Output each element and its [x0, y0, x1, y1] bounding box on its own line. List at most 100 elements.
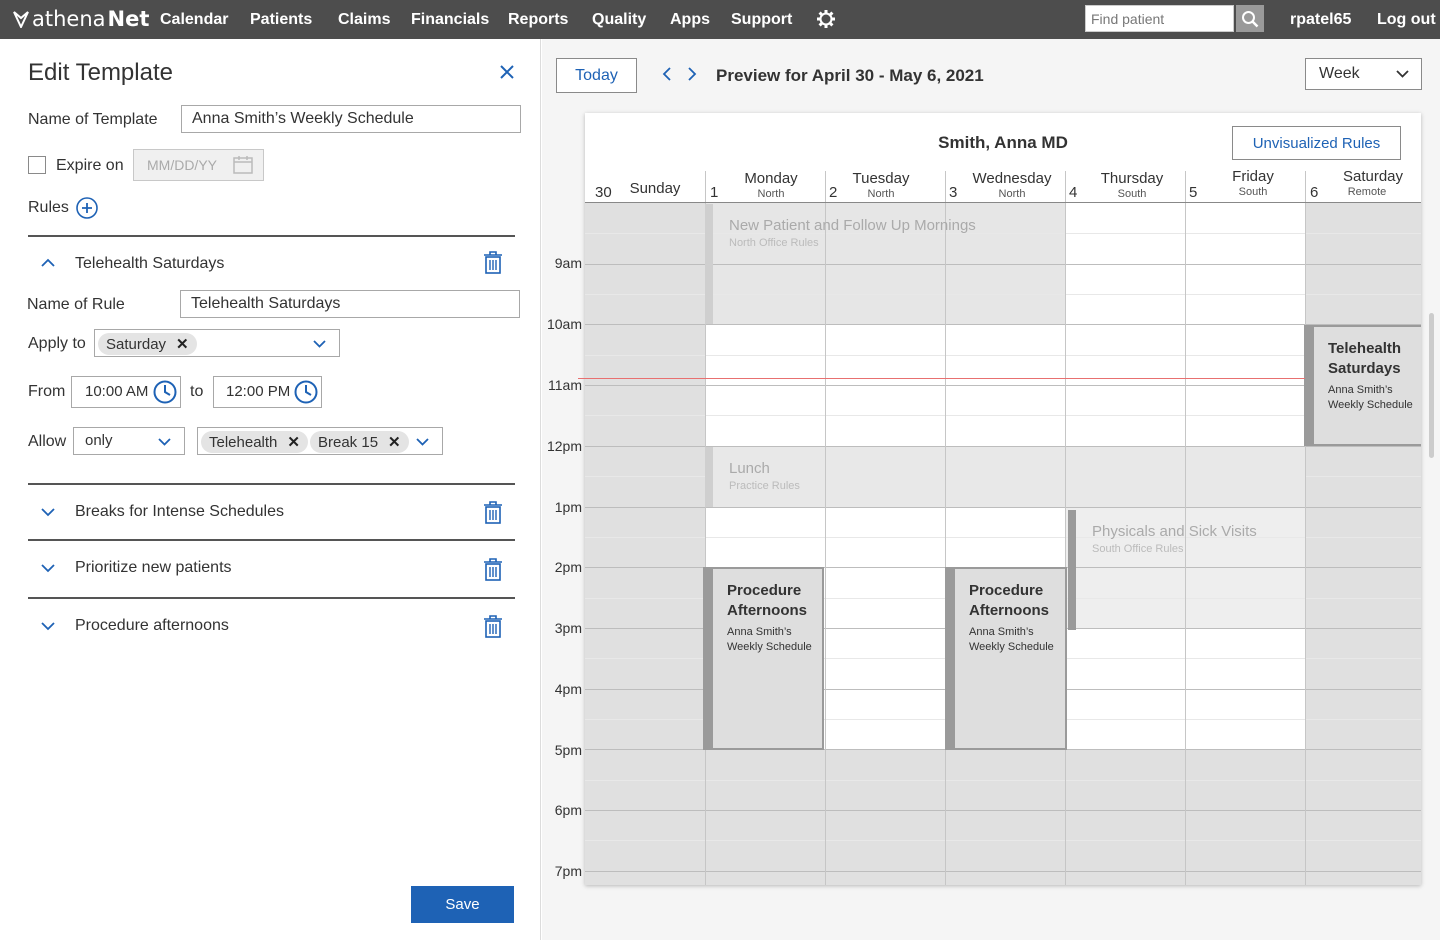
user-menu[interactable]: rpatel65: [1290, 11, 1351, 29]
day-name: Monday: [744, 170, 798, 187]
trash-icon[interactable]: [483, 251, 503, 274]
rule-block-telehealth-saturday[interactable]: Telehealth Saturdays Anna Smith’s Weekly…: [1304, 325, 1421, 446]
from-time-input[interactable]: 10:00 AM: [71, 376, 181, 408]
trash-icon[interactable]: [483, 501, 503, 524]
from-label: From: [28, 383, 66, 400]
grid-line: [585, 780, 1421, 781]
logo-text-athena: athena: [32, 7, 106, 31]
block-subtitle: North Office Rules: [729, 237, 819, 249]
from-time-value: 10:00 AM: [85, 383, 149, 400]
close-icon[interactable]: [499, 64, 515, 80]
day-name: Wednesday: [972, 170, 1052, 187]
nav-apps[interactable]: Apps: [670, 11, 710, 29]
nav-reports[interactable]: Reports: [508, 11, 568, 29]
expire-label: Expire on: [56, 157, 124, 174]
chevron-right-icon[interactable]: [687, 66, 697, 82]
apply-to-select[interactable]: Saturday ✕: [94, 329, 340, 357]
block-title: Procedure Afternoons: [969, 582, 1049, 619]
unavailable-area: [1305, 203, 1421, 885]
allow-mode-select[interactable]: only: [73, 427, 185, 455]
apply-to-label: Apply to: [28, 335, 86, 352]
grid-line: [585, 840, 1421, 841]
logout-link[interactable]: Log out: [1377, 11, 1436, 29]
day-location: Remote: [1347, 186, 1387, 198]
unavailable-area: [705, 749, 1305, 885]
search-button[interactable]: [1236, 5, 1264, 32]
unavailable-area: [585, 203, 705, 885]
block-subtitle: Anna Smith’s Weekly Schedule: [1328, 384, 1413, 411]
nav-claims[interactable]: Claims: [338, 11, 390, 29]
remove-chip-icon[interactable]: ✕: [176, 335, 189, 353]
clock-icon[interactable]: [293, 379, 319, 405]
rule-block-procedure-monday[interactable]: Procedure Afternoons Anna Smith’s Weekly…: [703, 567, 824, 750]
remove-chip-icon[interactable]: ✕: [287, 433, 300, 451]
trash-icon[interactable]: [483, 558, 503, 581]
day-number: 5: [1189, 184, 1198, 201]
rule-block-procedure-wednesday[interactable]: Procedure Afternoons Anna Smith’s Weekly…: [945, 567, 1067, 750]
remove-chip-icon[interactable]: ✕: [388, 433, 401, 451]
grid-line: [585, 415, 1421, 416]
header-border: [585, 202, 1421, 203]
divider: [28, 597, 515, 599]
nav-quality[interactable]: Quality: [592, 11, 646, 29]
rule-title-telehealth[interactable]: Telehealth Saturdays: [75, 255, 224, 273]
gear-icon[interactable]: [816, 9, 836, 29]
rule-name-input[interactable]: Telehealth Saturdays: [180, 290, 520, 318]
day-name: Friday: [1232, 168, 1274, 185]
to-time-input[interactable]: 12:00 PM: [213, 376, 322, 408]
chip-break-15: Break 15 ✕: [310, 431, 409, 453]
nav-calendar[interactable]: Calendar: [160, 11, 228, 29]
chevron-down-icon[interactable]: [41, 621, 55, 631]
expire-date-placeholder: MM/DD/YY: [147, 157, 217, 173]
expire-checkbox[interactable]: [28, 156, 46, 174]
rule-title-prioritize[interactable]: Prioritize new patients: [75, 559, 232, 577]
rule-block-physicals[interactable]: Physicals and Sick Visits South Office R…: [1068, 510, 1305, 630]
chevron-left-icon[interactable]: [662, 66, 672, 82]
athenanet-logo[interactable]: athena Net: [12, 7, 149, 31]
add-rule-icon[interactable]: [76, 197, 98, 219]
nav-support[interactable]: Support: [731, 11, 792, 29]
rule-block-lunch[interactable]: Lunch Practice Rules: [705, 447, 1305, 507]
rule-block-new-patient[interactable]: New Patient and Follow Up Mornings North…: [705, 204, 1065, 324]
chip-label: Break 15: [318, 433, 379, 451]
edit-template-panel: Edit Template Name of Template Anna Smit…: [0, 39, 541, 940]
template-name-input[interactable]: Anna Smith’s Weekly Schedule: [181, 105, 521, 133]
chevron-down-icon: [1396, 70, 1409, 78]
rule-title-breaks[interactable]: Breaks for Intense Schedules: [75, 503, 284, 521]
time-label: 3pm: [554, 620, 582, 636]
nav-patients[interactable]: Patients: [250, 11, 312, 29]
scrollbar[interactable]: [1429, 313, 1434, 458]
chevron-down-icon: [416, 438, 429, 446]
nav-financials[interactable]: Financials: [411, 11, 489, 29]
time-label: 6pm: [554, 802, 582, 818]
chevron-up-icon[interactable]: [41, 258, 55, 268]
today-button[interactable]: Today: [556, 58, 637, 93]
expire-date-input[interactable]: MM/DD/YY: [133, 149, 264, 181]
time-label: 10am: [546, 316, 582, 332]
chevron-down-icon[interactable]: [41, 507, 55, 517]
rule-title-procedure[interactable]: Procedure afternoons: [75, 617, 229, 635]
day-location: South: [1238, 186, 1268, 198]
top-nav: athena Net Calendar Patients Claims Finan…: [0, 0, 1440, 39]
unvisualized-rules-button[interactable]: Unvisualized Rules: [1232, 126, 1401, 160]
grid-line: [585, 355, 1421, 356]
view-select[interactable]: Week: [1305, 58, 1422, 90]
save-button[interactable]: Save: [411, 886, 514, 923]
allow-types-select[interactable]: Telehealth ✕ Break 15 ✕: [197, 427, 443, 455]
find-patient-input[interactable]: [1085, 5, 1234, 32]
day-name: Thursday: [1100, 170, 1164, 187]
block-title: Telehealth Saturdays: [1328, 340, 1402, 377]
view-select-value: Week: [1319, 65, 1360, 82]
chip-label: Saturday: [106, 335, 167, 353]
calendar-week-grid: Smith, Anna MD Unvisualized Rules 30 Sun…: [585, 113, 1421, 885]
calendar-icon: [233, 156, 253, 174]
time-label: 11am: [548, 377, 582, 393]
athena-leaf-icon: [13, 11, 29, 28]
chevron-down-icon[interactable]: [41, 563, 55, 573]
block-subtitle: Practice Rules: [729, 480, 800, 492]
clock-icon[interactable]: [152, 379, 178, 405]
day-number: 3: [949, 184, 958, 201]
trash-icon[interactable]: [483, 615, 503, 638]
logo-text-net: Net: [107, 7, 150, 31]
column-divider: [1065, 171, 1066, 885]
